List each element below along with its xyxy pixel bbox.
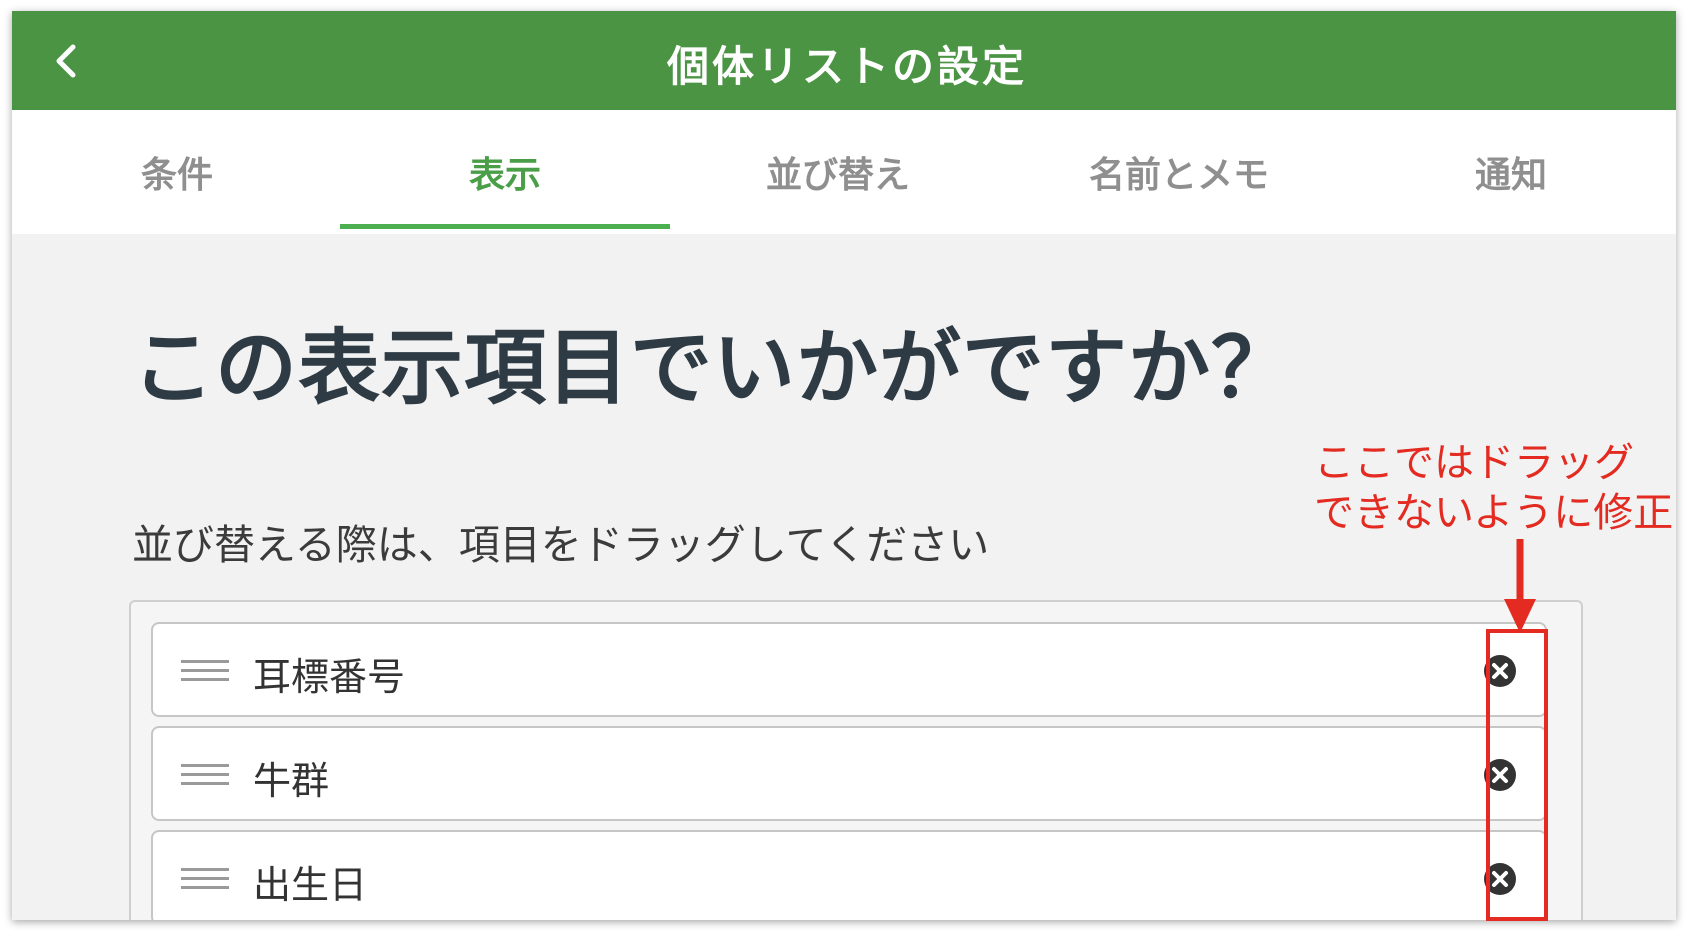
annotation-line-2: できないように修正 — [1314, 490, 1674, 536]
annotation-arrow-icon — [1504, 539, 1536, 633]
item-label: 出生日 — [253, 863, 368, 907]
drag-instruction: 並び替える際は、項目をドラッグしてください — [132, 521, 990, 569]
item-label: 耳標番号 — [253, 655, 406, 699]
active-tab-indicator — [340, 224, 670, 229]
tab-notification[interactable]: 通知 — [1346, 110, 1676, 234]
list-item[interactable]: 出生日 — [151, 830, 1547, 920]
annotation-note: ここではドラッグ できないように修正 — [1314, 438, 1673, 538]
drag-handle-icon[interactable] — [181, 764, 229, 786]
list-item[interactable]: 耳標番号 — [151, 622, 1547, 717]
tab-display[interactable]: 表示 — [340, 110, 670, 234]
tab-sort[interactable]: 並び替え — [673, 110, 1003, 234]
drag-handle-icon[interactable] — [181, 868, 229, 890]
display-items-list: 耳標番号 牛群 出生日 — [129, 600, 1583, 920]
app-header: 個体リストの設定 — [12, 11, 1676, 110]
tab-name-memo[interactable]: 名前とメモ — [1014, 110, 1344, 234]
section-heading: この表示項目でいかがですか？ — [132, 321, 1295, 416]
item-label: 牛群 — [253, 759, 330, 803]
tab-bar: 条件 表示 並び替え 名前とメモ 通知 — [12, 110, 1676, 234]
drag-handle-icon[interactable] — [181, 660, 229, 682]
annotation-line-1: ここではドラッグ — [1314, 440, 1634, 486]
list-item[interactable]: 牛群 — [151, 726, 1547, 821]
annotation-highlight-box — [1486, 629, 1548, 921]
tab-conditions[interactable]: 条件 — [12, 110, 342, 234]
page-title: 個体リストの設定 — [666, 42, 1027, 91]
